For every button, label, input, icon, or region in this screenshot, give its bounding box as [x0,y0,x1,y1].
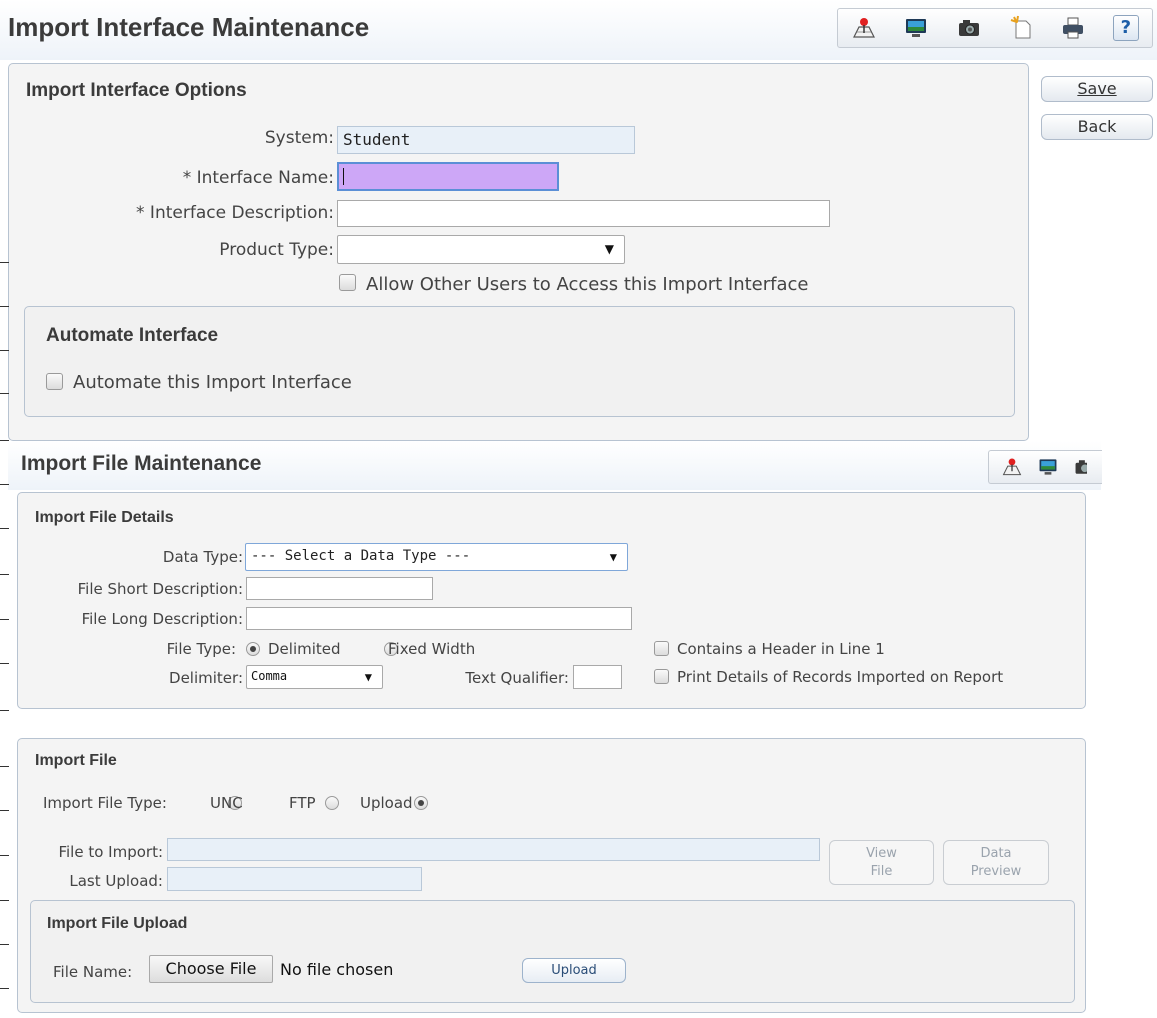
interface-name-input[interactable] [337,162,559,191]
text-qualifier-label: Text Qualifier: [465,669,569,687]
print-details-checkbox[interactable] [654,669,669,684]
view-file-line1: View [866,846,897,861]
divider [0,440,9,441]
file-type-delimited-radio[interactable] [246,642,260,656]
divider [0,528,9,529]
print-icon[interactable] [1060,15,1086,41]
divider [0,484,9,485]
divider [0,944,9,945]
automate-panel [24,306,1015,417]
chevron-down-icon: ▼ [609,550,617,564]
text-cursor [343,168,344,185]
view-file-button[interactable]: View File [829,840,934,885]
divider [0,766,9,767]
divider [0,574,9,575]
import-type-unc-label: UNC [210,794,243,812]
data-type-label: Data Type: [162,548,243,566]
automate-checkbox[interactable] [46,373,63,390]
file-to-import-label: File to Import: [58,843,163,861]
save-button-label: Save [1077,79,1117,98]
options-title: Import Interface Options [26,80,247,101]
monitor-icon[interactable] [903,15,929,41]
product-type-select[interactable]: ▼ [337,235,625,264]
chevron-down-icon: ▼ [604,242,614,256]
delimiter-value: Comma [251,669,288,683]
import-file-type-label: Import File Type: [43,794,167,812]
data-preview-button[interactable]: Data Preview [943,840,1049,885]
file-type-delimited-label: Delimited [268,640,341,658]
back-button-label: Back [1077,117,1117,136]
divider [0,663,9,664]
automate-title: Automate Interface [46,325,219,346]
toolbar-2 [988,450,1102,484]
long-description-label: File Long Description: [81,610,243,628]
system-label: System: [264,128,334,148]
divider [0,619,9,620]
back-button[interactable]: Back [1041,114,1153,140]
new-document-icon[interactable] [1008,15,1034,41]
file-type-fixed-width-label: Fixed Width [388,640,476,658]
upload-title: Import File Upload [47,915,188,932]
no-file-chosen-text: No file chosen [280,960,394,979]
import-file-title: Import File [35,752,117,769]
delimiter-select[interactable]: Comma ▼ [246,665,383,689]
choose-file-button[interactable]: Choose File [149,955,273,983]
camera-icon[interactable] [956,15,982,41]
long-description-input[interactable] [246,607,632,630]
delimiter-label: Delimiter: [169,669,243,687]
divider [0,262,9,263]
map-pin-icon[interactable] [1001,456,1023,478]
divider [0,810,9,811]
divider [0,306,9,307]
data-preview-line2: Preview [970,864,1022,879]
save-button[interactable]: Save [1041,76,1153,102]
camera-icon[interactable] [1073,456,1087,478]
last-upload-field [167,867,422,891]
product-type-label: Product Type: [219,240,334,260]
interface-description-input[interactable] [337,200,830,227]
page-title: Import Interface Maintenance [8,12,370,42]
short-description-label: File Short Description: [77,580,243,598]
file-type-label: File Type: [166,640,236,658]
toolbar: ? [837,8,1153,48]
text-qualifier-input[interactable] [573,665,622,689]
view-file-line2: File [870,864,893,879]
map-pin-icon[interactable] [851,15,877,41]
chevron-down-icon: ▼ [364,670,372,684]
divider [0,988,9,989]
data-type-value: --- Select a Data Type --- [251,548,471,564]
divider [0,393,9,394]
divider [0,350,9,351]
interface-description-label: * Interface Description: [136,203,334,223]
import-type-ftp-label: FTP [289,794,316,812]
last-upload-label: Last Upload: [69,872,163,890]
help-icon[interactable]: ? [1112,15,1139,41]
file-details-title: Import File Details [35,509,174,526]
divider [0,900,9,901]
monitor-icon[interactable] [1037,456,1059,478]
automate-label: Automate this Import Interface [73,372,352,393]
file-maintenance-title: Import File Maintenance [21,452,262,475]
import-type-upload-label: Upload [360,794,413,812]
divider [0,710,9,711]
short-description-input[interactable] [246,577,433,600]
system-field: Student [337,126,635,154]
header-line-label: Contains a Header in Line 1 [677,640,885,658]
data-type-select[interactable]: --- Select a Data Type --- ▼ [245,543,628,571]
upload-button[interactable]: Upload [522,958,626,983]
allow-access-label: Allow Other Users to Access this Import … [366,274,809,295]
print-details-label: Print Details of Records Imported on Rep… [677,668,1004,686]
file-to-import-field [167,838,820,861]
allow-access-checkbox[interactable] [339,274,356,291]
interface-name-label: * Interface Name: [182,168,334,188]
divider [0,855,9,856]
file-name-label: File Name: [53,963,133,981]
data-preview-line1: Data [980,846,1012,861]
header-line-checkbox[interactable] [654,641,669,656]
